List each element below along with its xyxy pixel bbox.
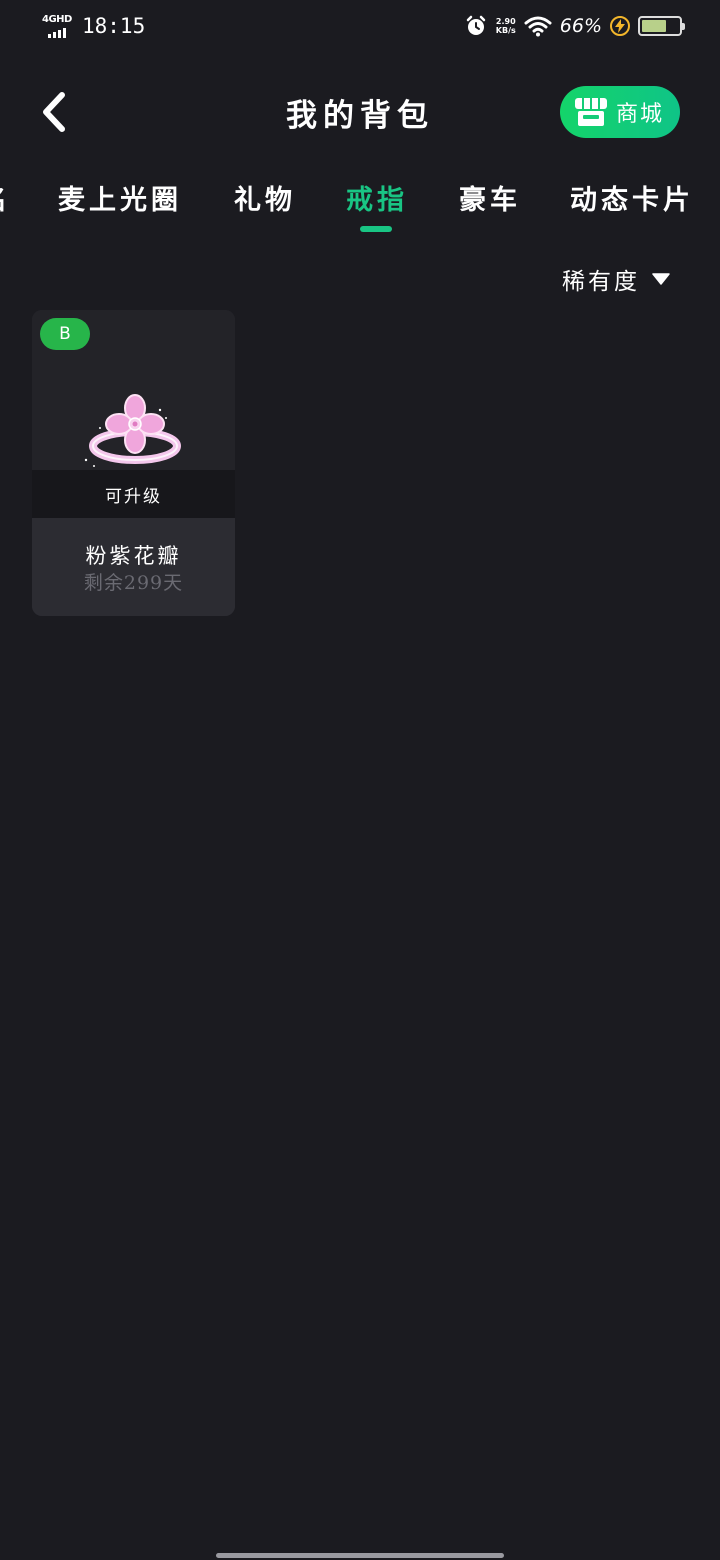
status-bar: 4GHD 18:15 2.90 KB/s 66% [0,0,720,54]
status-bar-left: 4GHD 18:15 [40,12,145,40]
tab-mic-halo[interactable]: 麦上光圈 [58,178,182,217]
sort-dropdown[interactable]: 稀有度 [562,262,670,296]
store-icon [575,98,607,126]
item-image-area: B [32,310,235,470]
item-remaining-days: 剩余299天 [83,572,184,594]
wifi-icon [524,16,552,37]
charging-icon [610,16,630,36]
battery-percent: 66% [559,15,602,37]
network-speed: 2.90 KB/s [496,17,516,35]
status-bar-right: 2.90 KB/s 66% [464,14,685,38]
network-type: 4GHD [42,14,72,25]
caret-down-icon [652,273,670,285]
item-info: 粉紫花瓣 剩余299天 [32,518,235,616]
speed-unit: KB/s [495,26,516,35]
tab-rings[interactable]: 戒指 [346,178,408,217]
shop-button[interactable]: 商城 [560,86,680,138]
flower-ring-icon [84,394,181,467]
tab-gifts[interactable]: 礼物 [234,178,296,217]
speed-value: 2.90 [495,17,516,26]
alarm-icon [466,15,486,35]
battery-icon [638,16,685,36]
battery-fill [642,20,666,32]
shop-button-label: 商城 [616,102,665,127]
item-card[interactable]: B 可升级 粉紫花瓣 剩余299天 [32,310,235,616]
category-tabs: 名 麦上光圈 礼物 戒指 豪车 动态卡片 [0,170,720,248]
grade-badge: B [40,318,90,350]
status-time: 18:15 [82,14,146,38]
upgradable-label: 可升级 [32,470,235,518]
item-name: 粉紫花瓣 [85,544,182,568]
header: 我的背包 商城 [0,54,720,170]
backpack-screen: 4GHD 18:15 2.90 KB/s 66% 我的背包 商城 麦上光圈 礼物… [0,0,720,1560]
tab-dynamic-cards[interactable]: 动态卡片 [570,178,694,217]
active-tab-indicator [360,226,392,232]
home-indicator[interactable] [216,1553,504,1558]
tab-partial[interactable]: 名 [0,178,11,217]
signal-icon: 4GHD [40,12,74,40]
tab-cars[interactable]: 豪车 [459,178,521,217]
sort-label: 稀有度 [562,269,640,295]
